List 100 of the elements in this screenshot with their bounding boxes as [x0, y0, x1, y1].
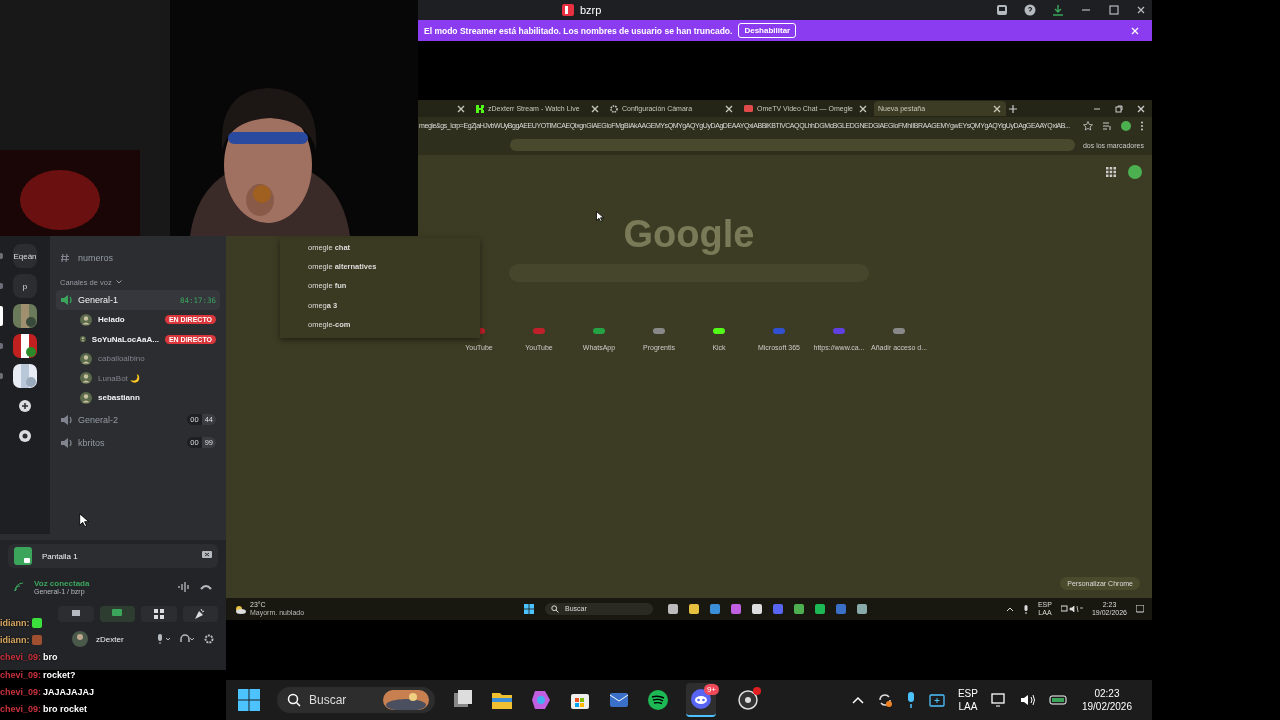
star-icon[interactable] [1083, 121, 1093, 131]
volume-icon[interactable] [1019, 693, 1036, 707]
inbox-icon[interactable] [996, 4, 1008, 16]
close-icon[interactable] [724, 103, 734, 114]
camera-button[interactable] [58, 606, 94, 622]
chat-message: bro [43, 652, 58, 663]
notification-icon[interactable] [1136, 605, 1144, 613]
more-icon[interactable] [1140, 121, 1144, 131]
activities-button[interactable] [141, 606, 177, 622]
chat-app-button[interactable]: 9+ [686, 683, 716, 717]
avatar-icon [80, 372, 92, 385]
chat-username: idiann: [0, 634, 30, 645]
chat-username: chevi_09: [0, 704, 42, 715]
network-sound-icon[interactable] [1060, 605, 1083, 613]
capture-icon[interactable] [928, 693, 945, 707]
close-icon[interactable] [1136, 103, 1146, 114]
notification-badge: 9+ [703, 684, 719, 695]
close-icon[interactable] [456, 103, 466, 114]
compass-icon[interactable] [19, 430, 31, 442]
app-icon[interactable] [836, 604, 846, 614]
microphone-icon[interactable] [156, 634, 172, 644]
site-icon [893, 328, 905, 334]
stop-stream-icon[interactable] [202, 551, 212, 561]
headphones-icon[interactable] [180, 634, 196, 644]
app-icon[interactable] [731, 604, 741, 614]
close-icon[interactable] [1136, 5, 1146, 15]
speaker-icon [60, 436, 72, 449]
profile-avatar-icon[interactable] [1121, 121, 1131, 131]
close-icon[interactable] [590, 103, 600, 114]
disable-button[interactable]: Deshabilitar [738, 23, 797, 38]
screen-share-button[interactable] [99, 606, 135, 622]
text-channel[interactable]: numeros [56, 248, 220, 268]
media-icon[interactable] [1102, 121, 1112, 131]
voice-member[interactable]: LunaBot 🌙 [56, 368, 220, 388]
windows-icon[interactable] [238, 689, 260, 711]
recording-dot-icon [753, 687, 761, 695]
copilot-icon[interactable] [530, 689, 552, 711]
chat-username: chevi_09: [0, 686, 42, 697]
connection-status: Voz conectada [34, 579, 90, 588]
download-icon[interactable] [1052, 4, 1064, 16]
microphone-icon[interactable] [1022, 604, 1029, 614]
server-icon[interactable] [13, 364, 37, 388]
voice-member[interactable]: caballoalbino [56, 349, 220, 369]
app-icon[interactable] [710, 604, 720, 614]
app-icon[interactable] [668, 604, 678, 614]
avatar-icon [80, 313, 92, 326]
emote-icon [31, 617, 42, 628]
app-icon[interactable] [689, 604, 699, 614]
network-icon[interactable] [990, 693, 1007, 707]
tv-icon [744, 104, 753, 113]
restore-icon[interactable] [1114, 103, 1124, 114]
chevron-up-icon[interactable] [1005, 606, 1014, 612]
username: zDexter [96, 634, 124, 644]
sync-icon[interactable] [876, 692, 893, 708]
battery-icon[interactable] [1048, 694, 1069, 706]
speaker-icon [60, 294, 72, 306]
app-icon[interactable] [794, 604, 804, 614]
new-tab-icon[interactable] [1008, 103, 1018, 114]
profile-avatar-icon[interactable] [1128, 165, 1142, 179]
server-icon[interactable] [13, 334, 37, 358]
add-server-icon[interactable] [19, 400, 31, 412]
maximize-icon[interactable] [1108, 4, 1120, 16]
site-icon [773, 328, 785, 334]
site-icon [653, 328, 665, 334]
pointer-icon [79, 513, 89, 527]
chat-message: rocket? [43, 669, 76, 680]
language-text[interactable]: ESP [957, 687, 978, 700]
app-icon[interactable] [752, 604, 762, 614]
omnibox-field[interactable] [510, 139, 1075, 151]
app-icon[interactable] [773, 604, 783, 614]
clock-text[interactable]: 02:23 [1094, 687, 1120, 700]
server-button[interactable]: p [13, 274, 37, 298]
apps-grid-icon[interactable] [1106, 167, 1116, 177]
close-icon[interactable] [992, 103, 1002, 114]
emote-icon [31, 634, 42, 645]
chat-username: chevi_09: [0, 652, 42, 663]
google-logo: Google [623, 213, 755, 256]
microphone-icon[interactable] [905, 692, 916, 708]
close-icon[interactable] [858, 103, 868, 114]
screen-share-icon [14, 547, 32, 565]
app-icon[interactable] [857, 604, 867, 614]
app-icon[interactable] [815, 604, 825, 614]
windows-icon[interactable] [524, 604, 534, 614]
noise-icon[interactable] [178, 582, 190, 592]
soundboard-button[interactable] [182, 606, 218, 622]
taskbar-search[interactable]: Buscar [277, 687, 435, 713]
hang-up-icon[interactable] [200, 584, 212, 590]
music-app-icon[interactable] [647, 689, 669, 711]
gear-icon [610, 104, 618, 113]
region-text[interactable]: LAA [958, 700, 978, 713]
settings-icon[interactable] [204, 634, 214, 644]
avatar-icon[interactable] [72, 631, 88, 647]
chat-message: JAJAJAJAJ [43, 686, 95, 697]
stream-title: Pantalla 1 [42, 551, 78, 561]
help-icon[interactable] [1024, 4, 1036, 16]
date-text[interactable]: 19/02/2026 [1081, 700, 1132, 713]
site-icon [533, 328, 545, 334]
server-button[interactable]: Eqeán [13, 244, 37, 268]
site-icon [713, 328, 725, 334]
voice-member[interactable]: sebastiann [56, 388, 220, 408]
